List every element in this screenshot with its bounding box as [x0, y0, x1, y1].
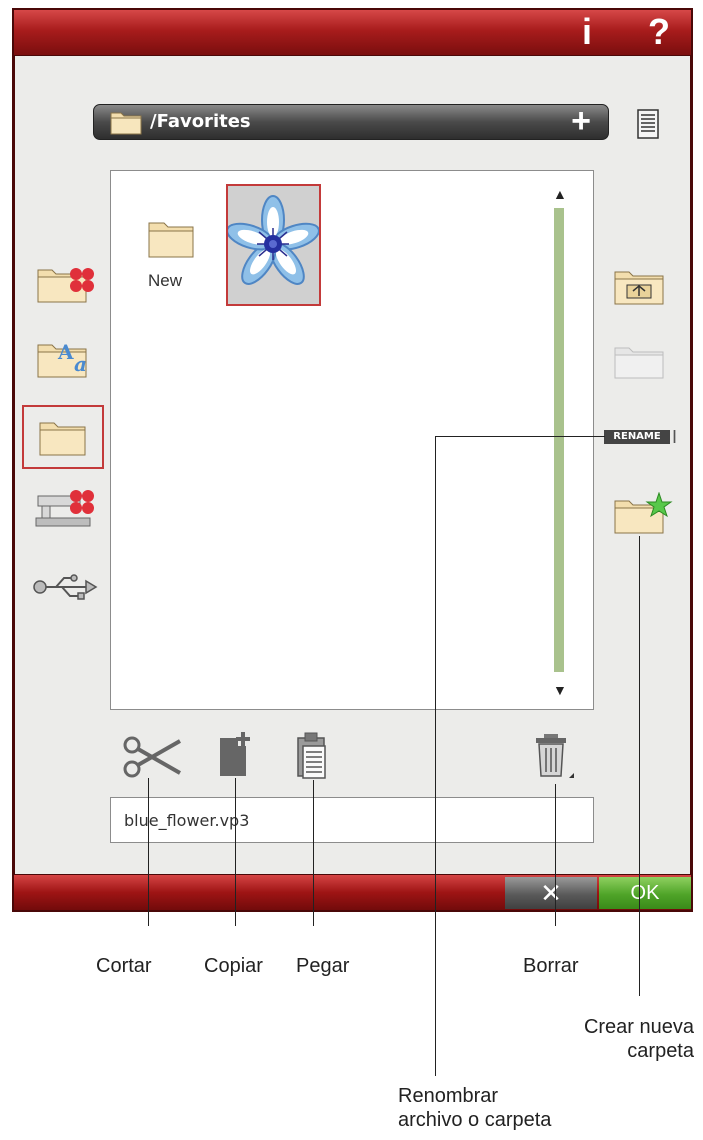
scroll-down-icon[interactable]: ▼ — [553, 682, 567, 698]
embroidery-designs-folder-icon[interactable] — [36, 264, 96, 306]
callout-line-paste — [313, 780, 314, 926]
folder-new-icon[interactable] — [146, 217, 196, 261]
callout-line-delete — [555, 784, 556, 926]
folder-up-icon[interactable] — [613, 267, 667, 307]
scroll-up-icon[interactable]: ▲ — [553, 186, 567, 202]
callout-copy: Copiar — [204, 955, 263, 977]
usb-icon[interactable] — [32, 572, 98, 602]
personal-files-folder-icon[interactable] — [38, 418, 88, 458]
open-folder-icon[interactable] — [613, 343, 667, 381]
sewing-machine-folder-icon[interactable] — [34, 486, 98, 530]
trash-icon[interactable] — [532, 732, 578, 784]
text-cursor-icon: I — [672, 427, 678, 447]
info-button[interactable]: i — [565, 10, 609, 54]
path-text: /Favorites — [150, 111, 251, 132]
callout-rename: Renombrar archivo o carpeta — [398, 1084, 551, 1132]
scrollbar[interactable] — [554, 208, 564, 672]
flower-design-icon — [226, 195, 320, 285]
callout-rename-line1: Renombrar — [398, 1085, 499, 1107]
help-button[interactable]: ? — [635, 10, 683, 54]
copy-icon[interactable] — [216, 730, 258, 778]
cancel-button[interactable]: ✕ — [505, 877, 597, 909]
filename-text: blue_flower.vp3 — [124, 811, 250, 830]
svg-text:A: A — [57, 340, 74, 364]
callout-new-folder-line2: carpeta — [627, 1040, 694, 1062]
folder-icon — [110, 112, 142, 135]
callout-line-rename-horizontal — [435, 436, 605, 437]
callout-paste: Pegar — [296, 955, 350, 977]
scissors-icon[interactable] — [122, 735, 184, 779]
add-to-path-button[interactable]: + — [563, 104, 599, 140]
callout-delete: Borrar — [523, 955, 579, 977]
design-thumbnail-blue-flower[interactable] — [226, 184, 321, 306]
callout-rename-line2: archivo o carpeta — [398, 1109, 552, 1131]
create-folder-icon[interactable] — [613, 492, 675, 536]
callout-line-copy — [235, 778, 236, 926]
callout-cut: Cortar — [96, 955, 152, 977]
callout-new-folder: Crear nueva carpeta — [560, 1015, 694, 1063]
callout-line-cut — [148, 778, 149, 926]
callout-line-rename — [435, 436, 436, 1076]
rename-button[interactable]: RENAME — [604, 430, 670, 444]
list-view-icon[interactable] — [636, 108, 660, 140]
paste-icon[interactable] — [294, 730, 330, 780]
callout-line-new-folder — [639, 536, 640, 996]
folder-new-label: New — [148, 271, 183, 290]
ok-button[interactable]: OK — [599, 877, 691, 909]
callout-new-folder-line1: Crear nueva — [583, 1016, 694, 1038]
fonts-folder-icon[interactable]: A a — [36, 337, 98, 381]
svg-text:a: a — [74, 352, 87, 376]
